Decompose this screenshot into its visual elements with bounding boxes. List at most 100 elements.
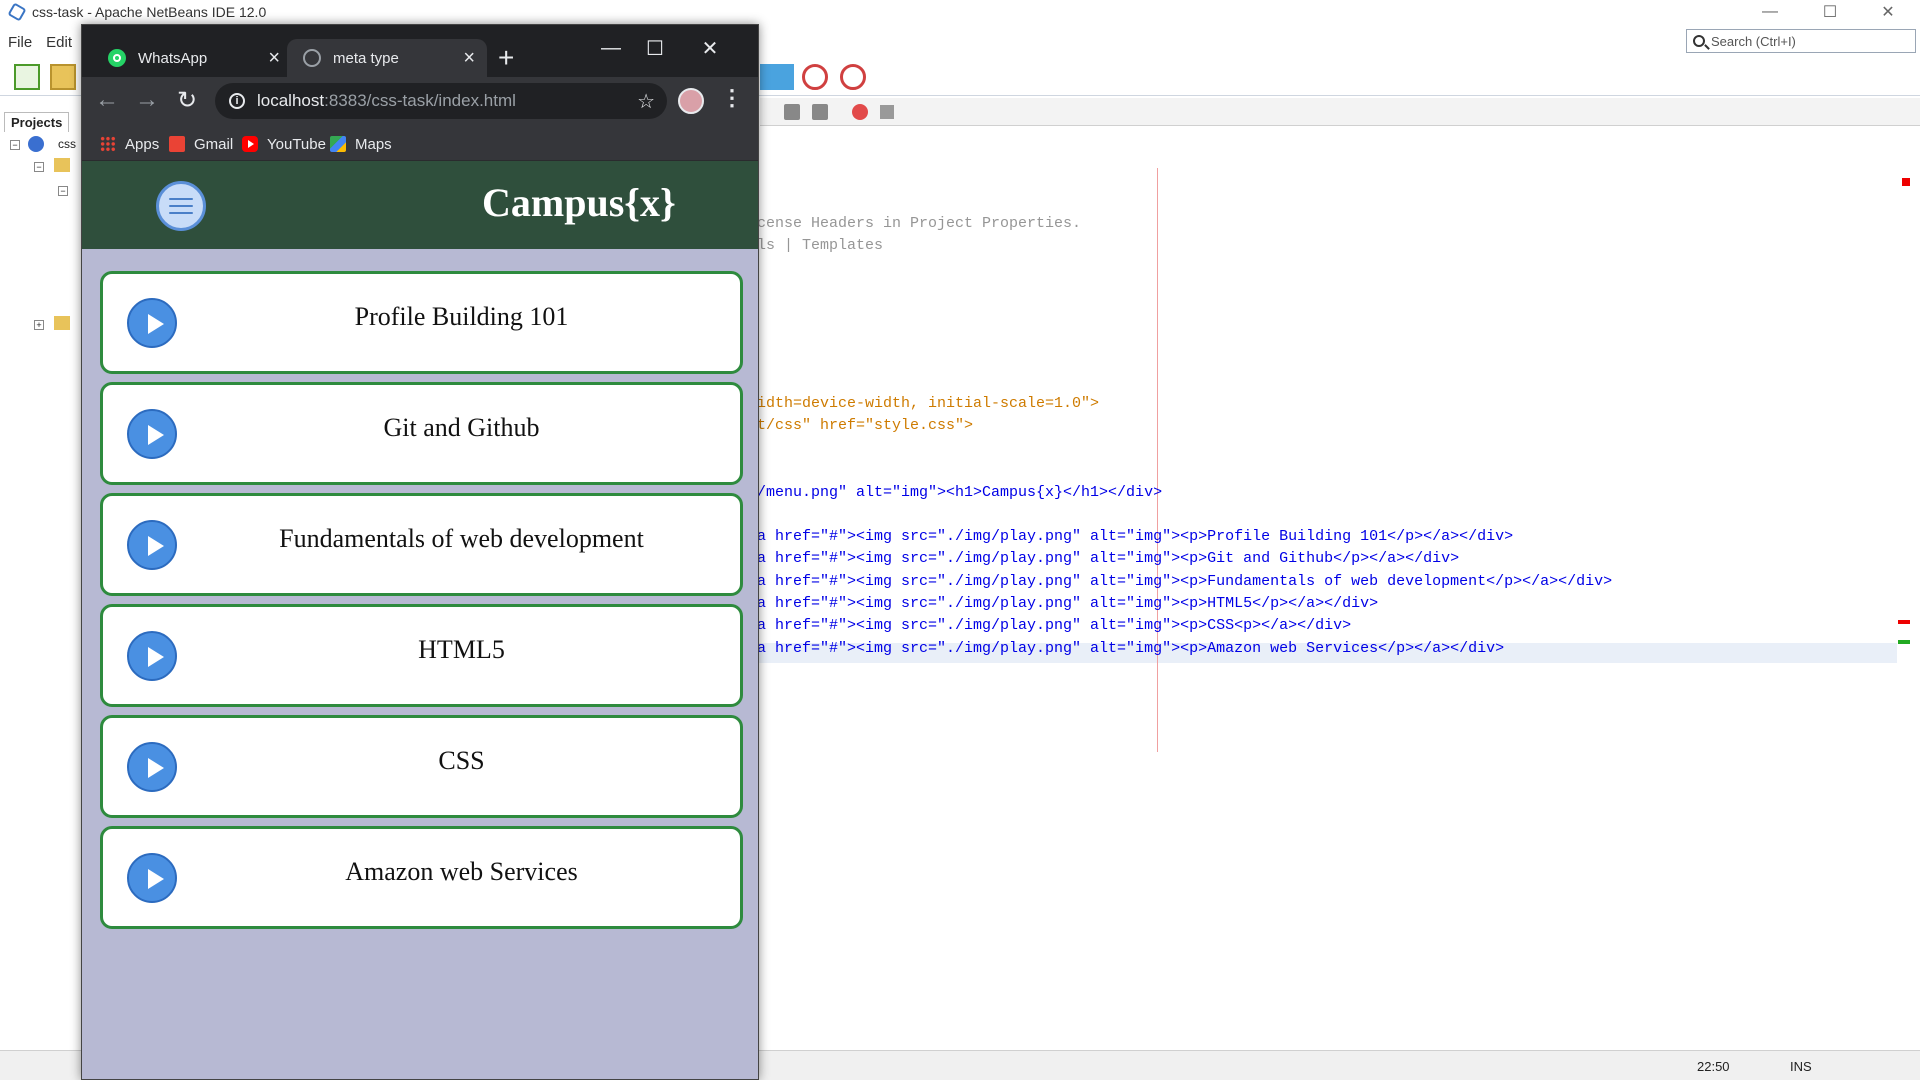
course-title[interactable]: HTML5 — [183, 635, 740, 665]
right-margin-guide — [1157, 168, 1158, 752]
folder-icon — [54, 158, 70, 172]
course-card[interactable]: Git and Github — [100, 382, 743, 485]
menu-file[interactable]: File — [8, 34, 32, 51]
url-host: localhost — [257, 91, 325, 110]
course-title[interactable]: Profile Building 101 — [183, 302, 740, 332]
course-card[interactable]: Profile Building 101 — [100, 271, 743, 374]
code-line: a href="#"><img src="./img/play.png" alt… — [757, 595, 1379, 612]
page-viewport: Campus{x} Profile Building 101 Git and G… — [82, 161, 758, 1079]
tree-collapse-icon[interactable]: − — [34, 162, 44, 172]
ide-maximize-icon[interactable]: ☐ — [1802, 0, 1858, 24]
course-title[interactable]: CSS — [183, 746, 740, 776]
bookmark-youtube[interactable]: YouTube — [242, 133, 326, 155]
tab-title: WhatsApp — [138, 49, 208, 67]
course-card[interactable]: CSS — [100, 715, 743, 818]
memory-meter-icon[interactable] — [760, 64, 794, 90]
apps-grid-icon — [100, 136, 116, 152]
site-header: Campus{x} — [82, 161, 758, 249]
profile-icon[interactable] — [802, 64, 828, 90]
course-title[interactable]: Git and Github — [183, 413, 740, 443]
close-tab-icon[interactable]: × — [268, 47, 280, 70]
record-macro-icon[interactable] — [852, 104, 868, 120]
reload-icon[interactable]: ↻ — [172, 85, 202, 115]
whatsapp-icon — [108, 49, 126, 67]
course-title[interactable]: Amazon web Services — [183, 857, 740, 887]
maps-icon — [330, 136, 346, 152]
ok-stripe-marker[interactable] — [1898, 640, 1910, 644]
minimize-icon[interactable]: — — [589, 33, 633, 63]
ide-search-placeholder: Search (Ctrl+I) — [1711, 33, 1796, 49]
shift-right-icon[interactable] — [812, 104, 828, 120]
play-icon[interactable] — [127, 409, 177, 459]
course-card[interactable]: Amazon web Services — [100, 826, 743, 929]
course-title[interactable]: Fundamentals of web development — [183, 524, 740, 554]
bookmark-gmail[interactable]: Gmail — [169, 133, 233, 155]
close-tab-icon[interactable]: × — [463, 47, 475, 70]
netbeans-logo-icon — [7, 2, 27, 22]
code-line: t/css" href="style.css"> — [757, 417, 974, 434]
code-line: a href="#"><img src="./img/play.png" alt… — [757, 550, 1460, 567]
profile-snapshot-icon[interactable] — [840, 64, 866, 90]
ide-close-icon[interactable]: ✕ — [1860, 0, 1916, 24]
play-icon[interactable] — [127, 520, 177, 570]
tab-title: meta type — [333, 49, 399, 67]
menu-edit[interactable]: Edit — [46, 34, 72, 51]
error-stripe-marker[interactable] — [1898, 620, 1910, 624]
insert-mode: INS — [1790, 1059, 1812, 1074]
play-icon[interactable] — [127, 853, 177, 903]
ide-minimize-icon[interactable]: — — [1742, 0, 1798, 24]
code-line: a href="#"><img src="./img/play.png" alt… — [757, 617, 1352, 634]
web-project-icon — [28, 136, 44, 152]
bookmark-maps[interactable]: Maps — [330, 133, 392, 155]
new-file-icon[interactable] — [14, 64, 40, 90]
bookmark-label: Gmail — [194, 135, 234, 153]
close-window-icon[interactable]: ✕ — [688, 33, 732, 63]
forward-arrow-icon[interactable]: → — [132, 85, 162, 115]
search-icon — [1693, 35, 1705, 47]
ide-titlebar: css-task - Apache NetBeans IDE 12.0 — [0, 0, 1920, 24]
new-project-icon[interactable] — [50, 64, 76, 90]
play-icon[interactable] — [127, 298, 177, 348]
profile-avatar[interactable] — [678, 88, 704, 114]
shift-left-icon[interactable] — [784, 104, 800, 120]
projects-panel — [0, 108, 82, 1048]
hamburger-menu-icon[interactable] — [156, 181, 206, 231]
bookmark-label: Maps — [355, 135, 392, 153]
error-stripe-marker[interactable] — [1902, 178, 1910, 186]
code-line: a href="#"><img src="./img/play.png" alt… — [757, 528, 1514, 545]
site-title: Campus{x} — [482, 180, 676, 225]
address-bar[interactable]: i localhost:8383/css-task/index.html ☆ — [215, 83, 667, 119]
play-icon[interactable] — [127, 631, 177, 681]
tab-meta-type[interactable]: meta type × — [287, 39, 487, 77]
ide-window-title: css-task - Apache NetBeans IDE 12.0 — [32, 4, 267, 20]
editor-toolbar — [760, 98, 1920, 126]
tree-expand-icon[interactable]: + — [34, 320, 44, 330]
chrome-window: WhatsApp × meta type × + — ☐ ✕ ← → ↻ i l… — [81, 24, 759, 1080]
site-info-icon[interactable]: i — [229, 93, 245, 109]
stop-macro-icon[interactable] — [880, 105, 894, 119]
tree-collapse-icon[interactable]: − — [10, 140, 20, 150]
tab-whatsapp[interactable]: WhatsApp × — [92, 39, 292, 77]
course-card[interactable]: HTML5 — [100, 604, 743, 707]
new-tab-icon[interactable]: + — [498, 44, 514, 72]
projects-tab[interactable]: Projects — [4, 112, 70, 132]
code-line: idth=device-width, initial-scale=1.0"> — [757, 395, 1100, 412]
maximize-icon[interactable]: ☐ — [633, 33, 677, 63]
globe-icon — [303, 49, 321, 67]
ide-search-box[interactable]: Search (Ctrl+I) — [1686, 29, 1916, 53]
code-line: ls | Templates — [757, 237, 884, 254]
gmail-icon — [169, 136, 185, 152]
bookmark-apps[interactable]: Apps — [100, 133, 159, 155]
caret-position: 22:50 — [1697, 1059, 1730, 1074]
play-icon[interactable] — [127, 742, 177, 792]
course-card[interactable]: Fundamentals of web development — [100, 493, 743, 596]
more-menu-icon[interactable]: ⋮ — [721, 85, 743, 111]
code-line: a href="#"><img src="./img/play.png" alt… — [757, 573, 1613, 590]
bookmark-label: YouTube — [267, 135, 326, 153]
project-node-label[interactable]: css — [58, 137, 76, 151]
bookmark-label: Apps — [125, 135, 160, 153]
bookmark-star-icon[interactable]: ☆ — [637, 89, 655, 114]
tree-collapse-icon[interactable]: − — [58, 186, 68, 196]
back-arrow-icon[interactable]: ← — [92, 85, 122, 115]
code-line: cense Headers in Project Properties. — [757, 215, 1082, 232]
